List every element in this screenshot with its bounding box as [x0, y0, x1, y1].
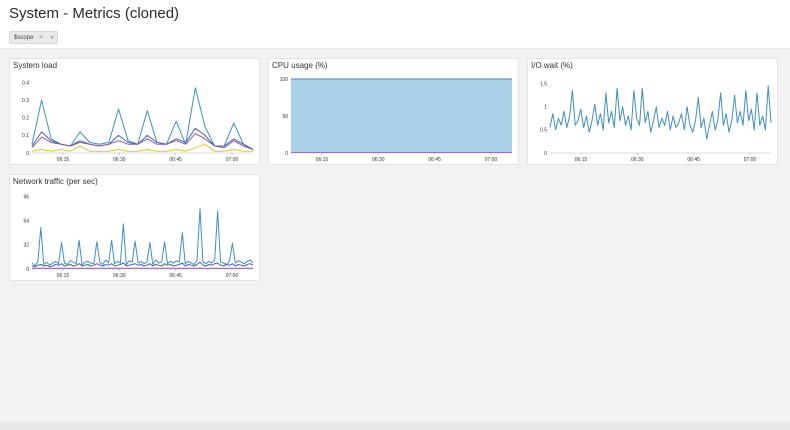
series-line [550, 86, 771, 139]
x-tick: 06:45 [428, 153, 441, 163]
y-tick: 0 [26, 151, 29, 157]
y-tick-label: 0 [26, 151, 29, 157]
x-tick-label: 06:30 [372, 157, 385, 163]
x-tick-label: 07:00 [226, 157, 239, 163]
y-tick-label: 32 [23, 243, 29, 249]
x-tick-label: 06:15 [57, 157, 70, 163]
y-tick-label: 96 [23, 194, 29, 200]
x-tick: 06:30 [631, 153, 644, 163]
x-tick-label: 06:30 [113, 273, 126, 279]
panel-title: System load [13, 61, 57, 70]
x-tick-label: 07:00 [226, 273, 239, 279]
series-line [32, 209, 253, 266]
y-tick: 0 [544, 151, 547, 157]
x-tick: 06:30 [372, 153, 385, 163]
panel-title: I/O wait (%) [531, 61, 573, 70]
y-tick-label: 64 [23, 218, 29, 224]
system-load-chart: 0 0.1 0.2 0.3 0.4 06:15 06:30 06:45 07:00 [10, 73, 261, 165]
x-tick: 06:15 [575, 153, 588, 163]
cpu-usage-chart: 0 50 100 06:15 06:30 06:45 07:00 [269, 73, 520, 165]
y-tick-label: 0.5 [540, 128, 547, 134]
y-tick-label: 100 [280, 77, 289, 83]
y-tick: 0 [26, 267, 29, 273]
y-tick-label: 0 [544, 151, 547, 157]
y-tick-label: 0.3 [22, 98, 29, 104]
x-tick: 06:30 [113, 153, 126, 163]
x-tick-label: 07:00 [485, 157, 498, 163]
y-tick: 0.2 [22, 116, 29, 122]
y-tick: 100 [280, 77, 289, 83]
network-traffic-chart: 0 32 64 96 06:15 06:30 06:45 07:00 [10, 189, 261, 281]
x-tick: 06:30 [113, 269, 126, 279]
y-tick: 0.3 [22, 98, 29, 104]
x-tick: 06:45 [687, 153, 700, 163]
scope-variable-label: $scope [14, 35, 33, 41]
io-wait-chart: 0 0.5 1 1.5 06:15 06:30 06:45 07:00 [528, 73, 779, 165]
panel-cpu-usage[interactable]: CPU usage (%) 0 50 100 06:15 06:30 06:45 07:00 [268, 58, 519, 165]
x-tick-label: 06:15 [316, 157, 329, 163]
x-tick: 06:15 [316, 153, 329, 163]
cpu-area-fill [291, 79, 512, 153]
x-tick-label: 06:30 [113, 157, 126, 163]
y-tick-label: 1 [544, 105, 547, 111]
x-tick-label: 06:15 [57, 273, 70, 279]
x-tick: 07:00 [226, 269, 239, 279]
y-tick: 64 [23, 218, 29, 224]
y-tick-label: 50 [282, 114, 288, 120]
y-tick-label: 0 [26, 267, 29, 273]
x-tick: 06:15 [57, 269, 70, 279]
x-tick-label: 06:45 [428, 157, 441, 163]
y-tick-label: 0.1 [22, 133, 29, 139]
x-tick: 06:15 [57, 153, 70, 163]
x-tick: 06:45 [169, 269, 182, 279]
bottom-scroll-area [0, 422, 790, 430]
x-tick: 06:45 [169, 153, 182, 163]
clear-icon[interactable]: × [39, 35, 43, 41]
x-tick: 07:00 [485, 153, 498, 163]
y-tick-label: 1.5 [540, 81, 547, 87]
y-tick: 0.4 [22, 80, 29, 86]
y-tick-label: 0.2 [22, 116, 29, 122]
y-tick: 1 [544, 105, 547, 111]
scope-variable-filter[interactable]: $scope × ▾ [9, 31, 58, 44]
y-tick-label: 0 [285, 151, 288, 157]
y-tick: 0.1 [22, 133, 29, 139]
panel-title: CPU usage (%) [272, 61, 328, 70]
dashboard-header: System - Metrics (cloned) $scope × ▾ [0, 0, 790, 49]
x-tick-label: 06:45 [687, 157, 700, 163]
y-tick: 32 [23, 243, 29, 249]
y-tick: 0.5 [540, 128, 547, 134]
x-tick-label: 06:15 [575, 157, 588, 163]
y-tick: 96 [23, 194, 29, 200]
x-tick-label: 06:45 [169, 157, 182, 163]
x-tick: 07:00 [226, 153, 239, 163]
series-line [32, 134, 253, 150]
y-tick: 0 [285, 151, 288, 157]
x-tick-label: 06:30 [631, 157, 644, 163]
page-title: System - Metrics (cloned) [9, 5, 179, 22]
y-tick: 1.5 [540, 81, 547, 87]
chevron-down-icon[interactable]: ▾ [51, 35, 54, 41]
panel-network-traffic[interactable]: Network traffic (per sec) 0 32 64 96 06:15 06… [9, 174, 260, 281]
y-tick-label: 0.4 [22, 80, 29, 86]
panel-io-wait[interactable]: I/O wait (%) 0 0.5 1 1.5 06:15 06:30 06:45 07:0… [527, 58, 778, 165]
y-tick: 50 [282, 114, 288, 120]
x-tick-label: 07:00 [744, 157, 757, 163]
panel-title: Network traffic (per sec) [13, 177, 98, 186]
x-tick-label: 06:45 [169, 273, 182, 279]
panel-system-load[interactable]: System load 0 0.1 0.2 0.3 0.4 06:15 06:30 06:45… [9, 58, 260, 165]
x-tick: 07:00 [744, 153, 757, 163]
series-line [32, 128, 253, 149]
